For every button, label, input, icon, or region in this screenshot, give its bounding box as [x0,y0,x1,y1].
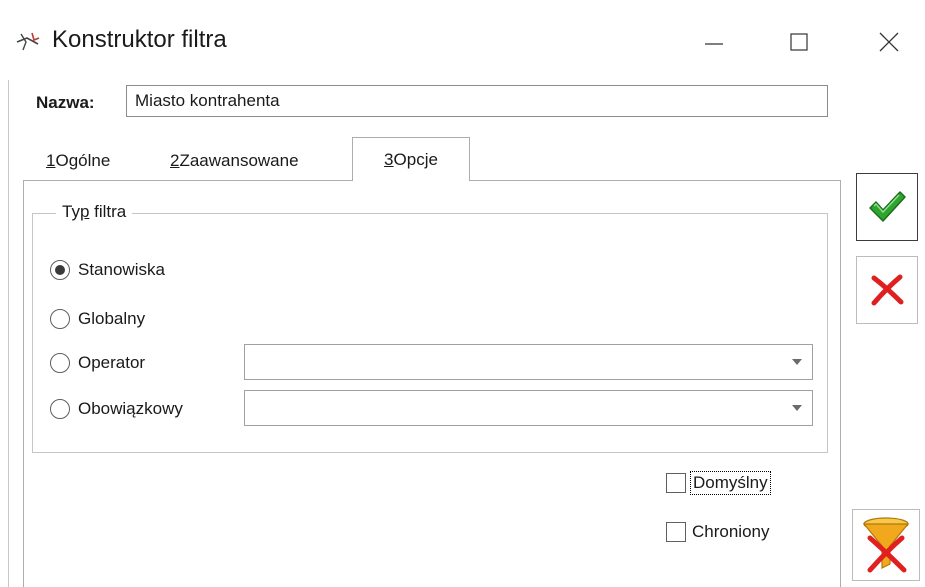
tab-options[interactable]: 3 Opcje [352,137,470,181]
filter-constructor-icon [16,32,40,51]
name-label: Nazwa: [36,93,95,112]
window-title: Konstruktor filtra [52,26,227,53]
radio-operator[interactable]: Operator [50,351,145,375]
protected-checkbox-row[interactable]: Chroniony [666,519,770,545]
operator-combo[interactable] [244,344,813,380]
tab-advanced-label: Zaawansowane [179,150,299,170]
legend-suffix: filtra [89,202,127,221]
clear-filter-icon [862,517,910,573]
minimize-icon [705,43,723,45]
tab-advanced[interactable]: 2 Zaawansowane [170,143,299,178]
radio-operator-label: Operator [78,353,146,372]
close-button[interactable] [866,22,912,62]
tab-general[interactable]: 1 Ogólne [46,143,110,178]
protected-checkbox-label: Chroniony [692,522,770,541]
radio-workstation-label: Stanowiska [78,260,165,279]
close-icon [879,32,899,52]
legend-prefix: Ty [62,202,80,221]
default-checkbox-row[interactable]: Domyślny [666,470,771,496]
tab-general-label: Ogólne [55,150,111,170]
maximize-icon [790,33,808,51]
protected-checkbox[interactable] [666,522,686,542]
chevron-down-icon[interactable] [782,391,812,425]
confirm-checkmark-icon [869,191,906,222]
radio-global-label: Globalny [78,309,146,328]
window-left-border [8,80,9,587]
maximize-button[interactable] [776,22,822,62]
chevron-down-icon[interactable] [782,345,812,379]
cancel-x-icon [871,274,904,306]
cancel-button[interactable] [856,256,918,324]
filter-type-legend: Typ filtra [56,202,133,222]
tab-options-label: Opcje [393,149,438,169]
tab-options-key: 3 [384,149,394,169]
ok-button[interactable] [856,173,918,241]
tab-advanced-key: 2 [170,150,180,170]
default-checkbox-label: Domyślny [690,471,771,495]
minimize-button[interactable] [691,22,737,62]
radio-mandatory-label: Obowiązkowy [78,399,183,418]
radio-global[interactable]: Globalny [50,307,145,331]
clear-filter-button[interactable] [852,509,920,581]
radio-mandatory[interactable]: Obowiązkowy [50,397,183,421]
radio-operator-circle[interactable] [50,353,70,373]
mandatory-combo[interactable] [244,390,813,426]
tab-general-key: 1 [46,150,56,170]
legend-accel: p [79,202,90,221]
radio-global-circle[interactable] [50,309,70,329]
name-input[interactable] [126,85,828,117]
radio-mandatory-circle[interactable] [50,399,70,419]
radio-workstation[interactable]: Stanowiska [50,258,165,282]
default-checkbox[interactable] [666,473,686,493]
radio-workstation-circle[interactable] [50,260,70,280]
